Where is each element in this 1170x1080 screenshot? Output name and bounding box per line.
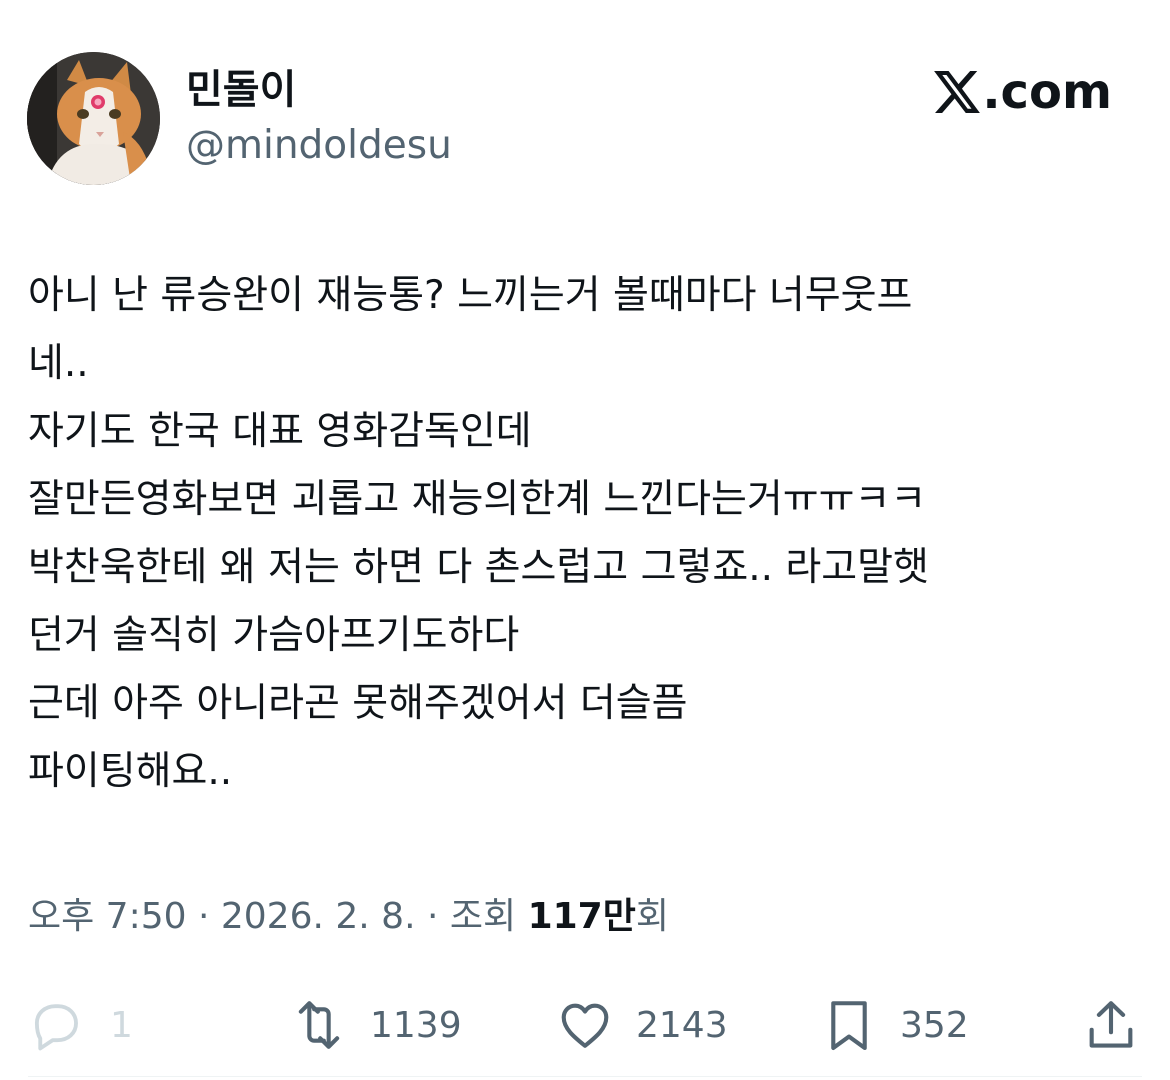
reply-count: 1 bbox=[110, 1004, 133, 1046]
share-button[interactable] bbox=[1082, 990, 1140, 1060]
brand-domain: .com bbox=[982, 64, 1112, 120]
bookmark-icon bbox=[831, 1001, 867, 1051]
brand-logo: .com bbox=[934, 66, 1112, 118]
views-suffix: 회 bbox=[635, 896, 669, 937]
share-icon bbox=[1089, 1001, 1133, 1048]
reply-button[interactable]: 1 bbox=[26, 990, 133, 1060]
retweet-icon bbox=[298, 1001, 340, 1049]
tweet-line: 자기도 한국 대표 영화감독인데 bbox=[28, 409, 532, 454]
tweet-line: 파이팅해요.. bbox=[28, 749, 233, 794]
divider bbox=[28, 1076, 1142, 1077]
views-label: 조회 bbox=[449, 896, 528, 937]
meta-separator: · bbox=[186, 896, 221, 937]
tweet-meta: 오후 7:50 · 2026. 2. 8. · 조회 117만회 bbox=[28, 892, 669, 942]
views-count: 117만 bbox=[527, 896, 636, 937]
tweet-time[interactable]: 오후 7:50 bbox=[28, 896, 187, 937]
tweet-text: 아니 난 류승완이 재능통? 느끼는거 볼때마다 너무웃프 네.. 자기도 한국… bbox=[28, 262, 1143, 806]
retweet-button[interactable]: 1139 bbox=[290, 990, 462, 1060]
display-name[interactable]: 민돌이 bbox=[186, 64, 296, 116]
user-handle[interactable]: @mindoldesu bbox=[186, 122, 452, 170]
bookmark-count: 352 bbox=[900, 1004, 969, 1046]
tweet-line: 네.. bbox=[28, 341, 89, 386]
tweet-line: 아니 난 류승완이 재능통? 느끼는거 볼때마다 너무웃프 bbox=[28, 273, 913, 318]
tweet-line: 근데 아주 아니라곤 못해주겠어서 더슬픔 bbox=[28, 681, 688, 726]
tweet-line: 던거 솔직히 가슴아프기도하다 bbox=[28, 613, 520, 658]
like-count: 2143 bbox=[636, 1004, 728, 1046]
meta-separator: · bbox=[415, 896, 450, 937]
reply-icon bbox=[34, 1004, 78, 1051]
bookmark-button[interactable]: 352 bbox=[820, 990, 969, 1060]
like-button[interactable]: 2143 bbox=[556, 990, 728, 1060]
avatar[interactable] bbox=[27, 52, 160, 185]
tweet-line: 잘만든영화보면 괴롭고 재능의한계 느낀다는거ㅠㅠㅋㅋ bbox=[28, 477, 927, 522]
tweet-line: 박찬욱한테 왜 저는 하면 다 촌스럽고 그렇죠.. 라고말햇 bbox=[28, 545, 929, 590]
cat-avatar-image bbox=[27, 52, 160, 185]
x-logo-icon bbox=[934, 71, 981, 113]
heart-icon bbox=[561, 1003, 609, 1048]
tweet-date[interactable]: 2026. 2. 8. bbox=[221, 896, 416, 937]
action-bar: 1 1139 2143 352 bbox=[0, 990, 1170, 1060]
retweet-count: 1139 bbox=[370, 1004, 462, 1046]
